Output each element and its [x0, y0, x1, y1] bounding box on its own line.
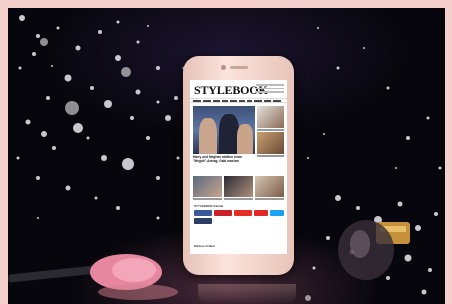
- phone-reflection: [198, 284, 296, 304]
- perfume-bottle: [338, 220, 410, 280]
- phone-screen: STYLEBOOK Harry und Meghan stellten eine: [190, 80, 287, 254]
- share-button-pinterest[interactable]: [214, 210, 232, 216]
- section-heading-more: Weitere Artikel: [194, 244, 215, 248]
- makeup-brush: [8, 254, 178, 300]
- teaser-image: [224, 176, 253, 197]
- teaser-caption: [257, 129, 284, 131]
- teaser-caption: [224, 198, 253, 200]
- teaser-image: [193, 176, 222, 197]
- image-frame: STYLEBOOK Harry und Meghan stellten eine: [0, 0, 452, 304]
- site-navigation: [190, 98, 287, 103]
- teaser-caption: [255, 198, 284, 200]
- share-button-flipboard[interactable]: [254, 210, 268, 216]
- section-heading: STYLEBOOK Kanäle: [194, 204, 224, 208]
- teaser-caption: [257, 155, 284, 157]
- share-button-youtube[interactable]: [234, 210, 252, 216]
- smartphone: STYLEBOOK Harry und Meghan stellten eine: [183, 56, 294, 275]
- share-button-facebook[interactable]: [194, 210, 212, 216]
- teaser-caption: [193, 198, 222, 200]
- header-menu: [256, 84, 284, 95]
- teaser-image: [255, 176, 284, 197]
- teaser-image: [257, 106, 284, 128]
- share-button-twitter[interactable]: [270, 210, 284, 216]
- share-button-instagram[interactable]: [194, 218, 212, 224]
- speaker-grille: [230, 66, 248, 69]
- hero-headline: Harry und Meghan stellten einen "Megxit"…: [193, 155, 243, 163]
- hero-image: [193, 106, 255, 154]
- teaser-image: [257, 132, 284, 154]
- camera-icon: [221, 65, 226, 70]
